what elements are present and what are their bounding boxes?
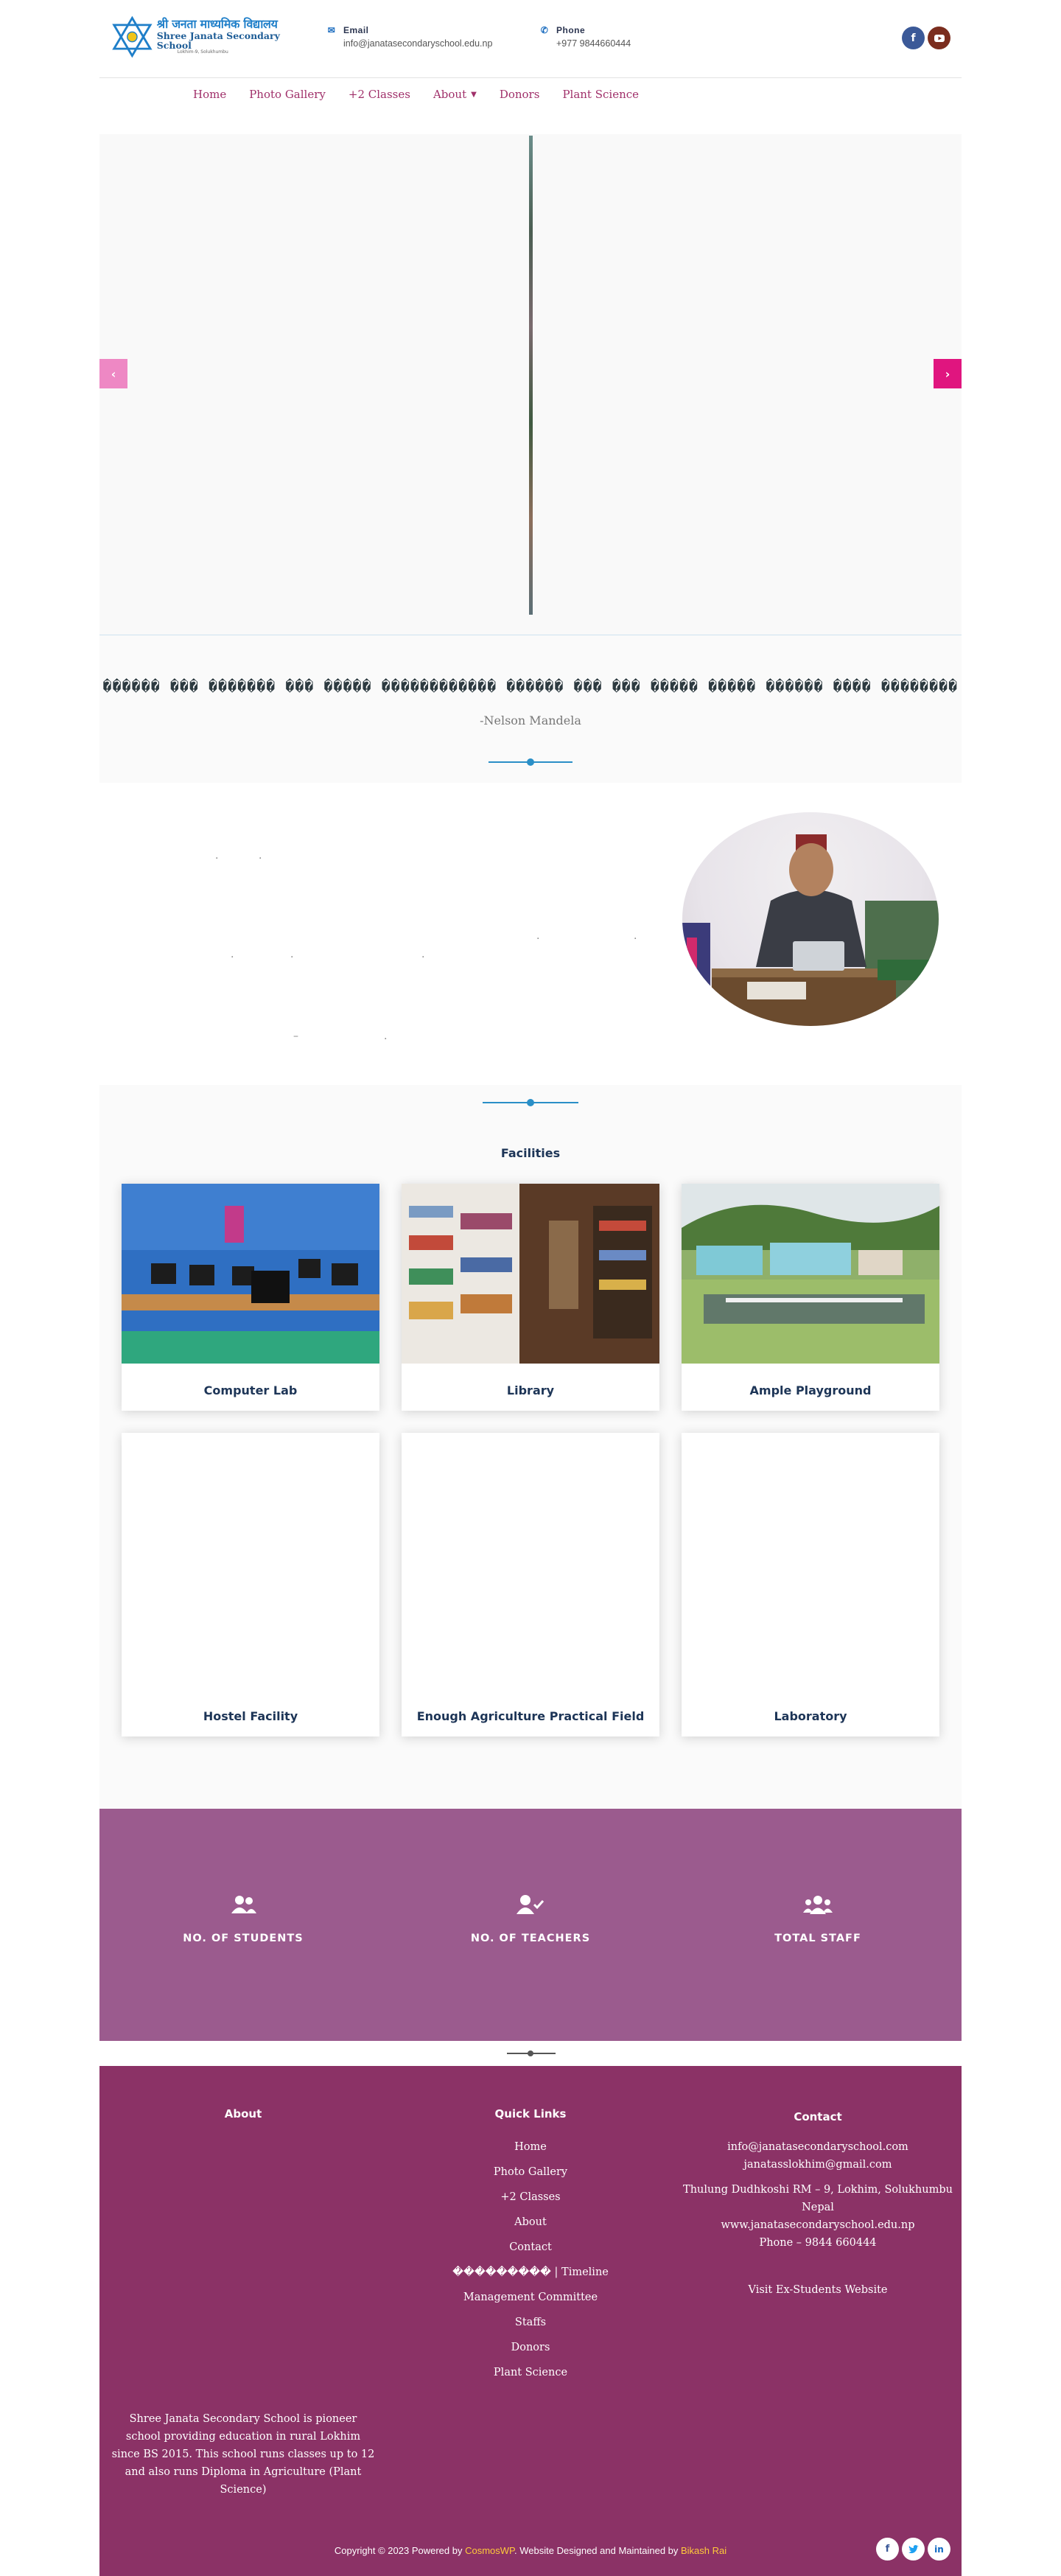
star-logo-icon — [112, 15, 153, 58]
users-icon — [133, 1894, 354, 1919]
chevron-down-icon: ▼ — [471, 90, 477, 99]
facility-card[interactable]: Computer Lab — [122, 1184, 379, 1411]
logo-nepali-name: श्री जनता माध्यमिक विद्यालय — [156, 17, 278, 32]
stat-label: NO. OF TEACHERS — [470, 1933, 591, 1944]
footer-link-donors[interactable]: Donors — [387, 2335, 674, 2360]
facility-title: Computer Lab — [203, 1383, 298, 1397]
stat-students: NO. OF STUDENTS — [133, 1894, 354, 1944]
facility-card[interactable]: Enough Agriculture Practical Field — [402, 1433, 659, 1736]
user-check-icon — [420, 1894, 641, 1919]
nav-about-label: About — [433, 88, 467, 101]
logo-subtitle: Lokhim-9, Solukhumbu — [177, 49, 228, 55]
contact-email-secondary[interactable]: janatasslokhim@gmail.com — [674, 2156, 962, 2174]
phone-icon: ✆ — [540, 25, 549, 35]
stat-staff: TOTAL STAFF — [707, 1894, 928, 1944]
image-slider: ‹ › — [99, 134, 962, 635]
facebook-icon[interactable]: f — [876, 2538, 899, 2561]
contact-address: Thulung Dudhkoshi RM – 9, Lokhim, Solukh… — [683, 2184, 953, 2196]
slide-image — [529, 136, 533, 615]
chevron-left-icon[interactable]: ‹ — [99, 359, 127, 388]
ex-students-link[interactable]: Visit Ex-Students Website — [674, 2281, 962, 2299]
phone-label: Phone — [556, 25, 586, 35]
facility-title: Hostel Facility — [203, 1709, 298, 1723]
footer-link-home[interactable]: Home — [387, 2135, 674, 2160]
phone-value[interactable]: +977 9844660444 — [556, 38, 631, 49]
facilities-title: Facilities — [500, 1146, 561, 1160]
footer-link-plant-science[interactable]: Plant Science — [387, 2360, 674, 2385]
copyright-middle: . Website Designed and Maintained by — [514, 2545, 681, 2556]
site-header: श्री जनता माध्यमिक विद्यालय Shree Janata… — [99, 0, 962, 78]
header-email: ✉ Email info@janatasecondaryschool.edu.n… — [326, 25, 493, 49]
quote-text: ������ ��� ������� ��� ����� �����������… — [102, 677, 959, 695]
envelope-icon: ✉ — [327, 25, 336, 35]
copyright-prefix: Copyright © 2023 Powered by — [334, 2545, 466, 2556]
quote-author: -Nelson Mandela — [480, 713, 581, 727]
stat-label: TOTAL STAFF — [774, 1933, 861, 1944]
facility-card[interactable]: Ample Playground — [682, 1184, 939, 1411]
footer-link-contact[interactable]: Contact — [387, 2235, 674, 2260]
user-group-icon — [707, 1894, 928, 1919]
footer-link-about[interactable]: About — [387, 2210, 674, 2235]
footer-about: About — [99, 2107, 387, 2121]
contact-phone: Phone – 9844 660444 — [759, 2237, 877, 2249]
contact-website[interactable]: www.janatasecondaryschool.edu.np — [674, 2216, 962, 2234]
quote-section: ������ ��� ������� ��� ����� �����������… — [99, 635, 962, 783]
footer-quick-links: Quick Links Home Photo Gallery +2 Classe… — [387, 2107, 674, 2385]
facebook-icon[interactable]: f — [902, 27, 925, 49]
nav-home[interactable]: Home — [193, 88, 226, 101]
nav-plant-science[interactable]: Plant Science — [562, 88, 639, 101]
facility-title: Ample Playground — [749, 1383, 872, 1397]
facility-title: Enough Agriculture Practical Field — [416, 1709, 645, 1723]
site-footer: About Shree Janata Secondary School is p… — [99, 2066, 962, 2576]
contact-email-primary[interactable]: info@janatasecondaryschool.com — [674, 2138, 962, 2156]
linkedin-icon[interactable]: in — [928, 2538, 950, 2561]
stat-teachers: NO. OF TEACHERS — [420, 1894, 641, 1944]
chevron-right-icon[interactable]: › — [934, 359, 962, 388]
footer-link-photo-gallery[interactable]: Photo Gallery — [387, 2160, 674, 2185]
principal-section: . . . . . . . – . — [99, 783, 962, 1085]
nav-photo-gallery[interactable]: Photo Gallery — [249, 88, 326, 101]
section-divider — [489, 758, 572, 766]
nav-about[interactable]: About ▼ — [433, 88, 477, 101]
facility-card[interactable]: Library — [402, 1184, 659, 1411]
footer-contact: Contact info@janatasecondaryschool.com j… — [674, 2110, 962, 2299]
header-social: f — [902, 27, 950, 49]
youtube-icon[interactable] — [928, 27, 950, 49]
header-phone: ✆ Phone +977 9844660444 — [539, 25, 631, 49]
cosmoswp-link[interactable]: CosmosWP — [465, 2545, 514, 2556]
quick-links-title: Quick Links — [494, 2107, 567, 2121]
main-nav: Home Photo Gallery +2 Classes About ▼ Do… — [99, 78, 962, 111]
principal-photo — [682, 812, 939, 1026]
facility-card[interactable]: Laboratory — [682, 1433, 939, 1736]
footer-link-management-committee[interactable]: Management Committee — [387, 2285, 674, 2310]
facilities-section: Facilities Computer Lab Library Ample Pl… — [99, 1085, 962, 1809]
author-link[interactable]: Bikash Rai — [681, 2545, 726, 2556]
stat-label: NO. OF STUDENTS — [183, 1933, 304, 1944]
footer-link-timeline[interactable]: ��������� | Timeline — [387, 2260, 674, 2285]
footer-about-text: Shree Janata Secondary School is pioneer… — [111, 2413, 375, 2496]
footer-divider — [507, 2050, 556, 2056]
footer-link-staffs[interactable]: Staffs — [387, 2310, 674, 2335]
footer-about-title: About — [224, 2107, 262, 2121]
stats-section: NO. OF STUDENTS NO. OF TEACHERS TOTAL ST… — [99, 1809, 962, 2041]
footer-link-plus2-classes[interactable]: +2 Classes — [387, 2185, 674, 2210]
logo-english-name: Shree Janata Secondary School — [156, 30, 280, 52]
copyright: Copyright © 2023 Powered by CosmosWP. We… — [99, 2545, 962, 2556]
nav-plus2-classes[interactable]: +2 Classes — [349, 88, 410, 101]
contact-country: Nepal — [802, 2202, 834, 2213]
facility-title: Library — [506, 1383, 555, 1397]
nav-donors[interactable]: Donors — [500, 88, 540, 101]
facility-card[interactable]: Hostel Facility — [122, 1433, 379, 1736]
twitter-icon[interactable] — [902, 2538, 925, 2561]
facility-image — [402, 1184, 659, 1364]
facility-image — [682, 1184, 939, 1364]
footer-social: f in — [876, 2538, 950, 2561]
email-label: Email — [343, 25, 369, 35]
section-divider — [483, 1099, 578, 1106]
facility-image — [122, 1184, 379, 1364]
facility-title: Laboratory — [774, 1709, 847, 1723]
school-logo[interactable]: श्री जनता माध्यमिक विद्यालय Shree Janata… — [111, 15, 309, 59]
email-value[interactable]: info@janatasecondaryschool.edu.np — [343, 38, 492, 49]
contact-title: Contact — [794, 2110, 842, 2123]
